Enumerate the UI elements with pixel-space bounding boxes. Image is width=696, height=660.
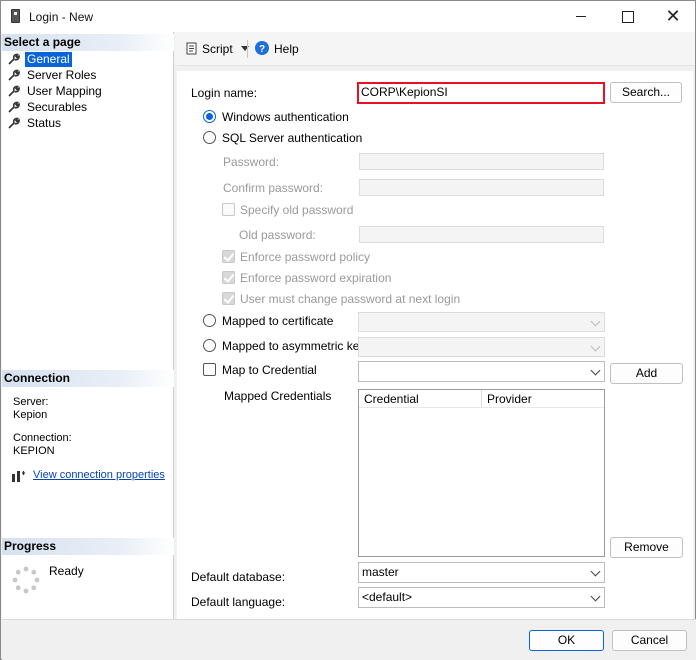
add-credential-button[interactable]: Add bbox=[610, 363, 683, 384]
title-bar[interactable]: Login - New ✕ bbox=[1, 1, 695, 32]
login-name-label: Login name: bbox=[191, 86, 258, 100]
server-value: Kepion bbox=[13, 409, 48, 421]
svg-text:?: ? bbox=[259, 44, 265, 55]
default-database-value: master bbox=[362, 565, 399, 579]
sql-auth-label[interactable]: SQL Server authentication bbox=[222, 131, 362, 145]
script-icon bbox=[186, 42, 197, 55]
map-credential-checkbox[interactable] bbox=[203, 363, 216, 376]
connection-value: KEPION bbox=[13, 445, 55, 457]
left-panel: Select a page General Server Roles User … bbox=[2, 32, 174, 619]
mapped-cert-label[interactable]: Mapped to certificate bbox=[222, 314, 333, 328]
old-password-label: Old password: bbox=[239, 228, 316, 242]
chevron-down-icon bbox=[590, 566, 601, 577]
page-item-label: Server Roles bbox=[27, 68, 97, 82]
mapped-credentials-label: Mapped Credentials bbox=[224, 389, 332, 403]
confirm-password-label: Confirm password: bbox=[223, 181, 324, 195]
remove-credential-button[interactable]: Remove bbox=[610, 537, 683, 558]
mapped-credentials-grid[interactable]: Credential Provider bbox=[358, 389, 605, 557]
page-item-label: General bbox=[25, 52, 72, 67]
enforce-expiration-checkbox[interactable] bbox=[222, 271, 235, 284]
enforce-policy-checkbox[interactable] bbox=[222, 250, 235, 263]
map-credential-label[interactable]: Map to Credential bbox=[222, 363, 317, 377]
default-language-label: Default language: bbox=[191, 595, 286, 609]
enforce-expiration-label: Enforce password expiration bbox=[240, 271, 392, 285]
close-icon: ✕ bbox=[665, 6, 681, 26]
confirm-password-input[interactable] bbox=[359, 179, 604, 196]
wrench-icon bbox=[8, 85, 20, 97]
chevron-down-icon bbox=[590, 341, 601, 352]
windows-auth-label[interactable]: Windows authentication bbox=[222, 110, 349, 124]
maximize-button[interactable] bbox=[604, 1, 650, 32]
windows-auth-radio[interactable] bbox=[203, 110, 216, 123]
connection-properties-icon bbox=[12, 471, 25, 482]
sql-auth-radio[interactable] bbox=[203, 131, 216, 144]
specify-old-password-checkbox[interactable] bbox=[222, 203, 235, 216]
wrench-icon bbox=[8, 53, 20, 65]
password-input[interactable] bbox=[359, 153, 604, 170]
script-label: Script bbox=[202, 42, 233, 56]
wrench-icon bbox=[8, 117, 20, 129]
login-dialog: Login - New ✕ Select a page General Serv… bbox=[0, 0, 696, 660]
chevron-down-icon bbox=[590, 591, 601, 602]
progress-status: Ready bbox=[49, 564, 84, 578]
server-label: Server: bbox=[13, 396, 49, 408]
wrench-icon bbox=[8, 69, 20, 81]
search-button[interactable]: Search... bbox=[610, 82, 682, 103]
connection-header: Connection bbox=[2, 370, 174, 387]
page-item-label: Securables bbox=[27, 100, 88, 114]
certificate-combo[interactable] bbox=[358, 312, 605, 332]
wrench-icon bbox=[8, 101, 20, 113]
mapped-asym-radio[interactable] bbox=[203, 339, 216, 352]
credential-combo[interactable] bbox=[358, 361, 605, 382]
must-change-label: User must change password at next login bbox=[240, 292, 461, 306]
ok-button[interactable]: OK bbox=[529, 630, 604, 651]
toolbar-separator bbox=[247, 40, 248, 58]
progress-spinner-icon bbox=[12, 566, 40, 594]
close-button[interactable]: ✕ bbox=[650, 1, 696, 32]
chevron-down-icon bbox=[590, 316, 601, 327]
view-connection-properties-link[interactable]: View connection properties bbox=[33, 469, 165, 481]
grid-column-provider[interactable]: Provider bbox=[482, 390, 604, 408]
help-label: Help bbox=[274, 42, 299, 56]
cancel-button[interactable]: Cancel bbox=[612, 630, 687, 651]
specify-old-password-label: Specify old password bbox=[240, 203, 354, 217]
app-icon bbox=[11, 9, 20, 23]
default-language-value: <default> bbox=[362, 590, 413, 604]
chevron-down-icon bbox=[590, 365, 601, 376]
mapped-asym-label[interactable]: Mapped to asymmetric key bbox=[222, 339, 365, 353]
mapped-cert-radio[interactable] bbox=[203, 314, 216, 327]
help-icon: ? bbox=[255, 41, 269, 55]
page-item-label: User Mapping bbox=[27, 84, 102, 98]
grid-column-credential[interactable]: Credential bbox=[359, 390, 482, 408]
enforce-policy-label: Enforce password policy bbox=[240, 250, 371, 264]
must-change-checkbox[interactable] bbox=[222, 292, 235, 305]
select-page-header: Select a page bbox=[2, 34, 174, 51]
window-title: Login - New bbox=[29, 10, 94, 24]
password-label: Password: bbox=[223, 155, 280, 169]
old-password-input[interactable] bbox=[359, 226, 604, 243]
page-item-label: Status bbox=[27, 116, 62, 130]
default-database-label: Default database: bbox=[191, 570, 286, 584]
toolbar: Script ? Help bbox=[175, 32, 695, 66]
asymmetric-key-combo[interactable] bbox=[358, 337, 605, 357]
progress-header: Progress bbox=[2, 538, 174, 555]
minimize-button[interactable] bbox=[558, 1, 604, 32]
default-language-combo[interactable]: <default> bbox=[358, 587, 605, 608]
login-name-input[interactable]: CORP\KepionSI bbox=[357, 82, 605, 104]
connection-label: Connection: bbox=[13, 432, 72, 444]
default-database-combo[interactable]: master bbox=[358, 562, 605, 583]
